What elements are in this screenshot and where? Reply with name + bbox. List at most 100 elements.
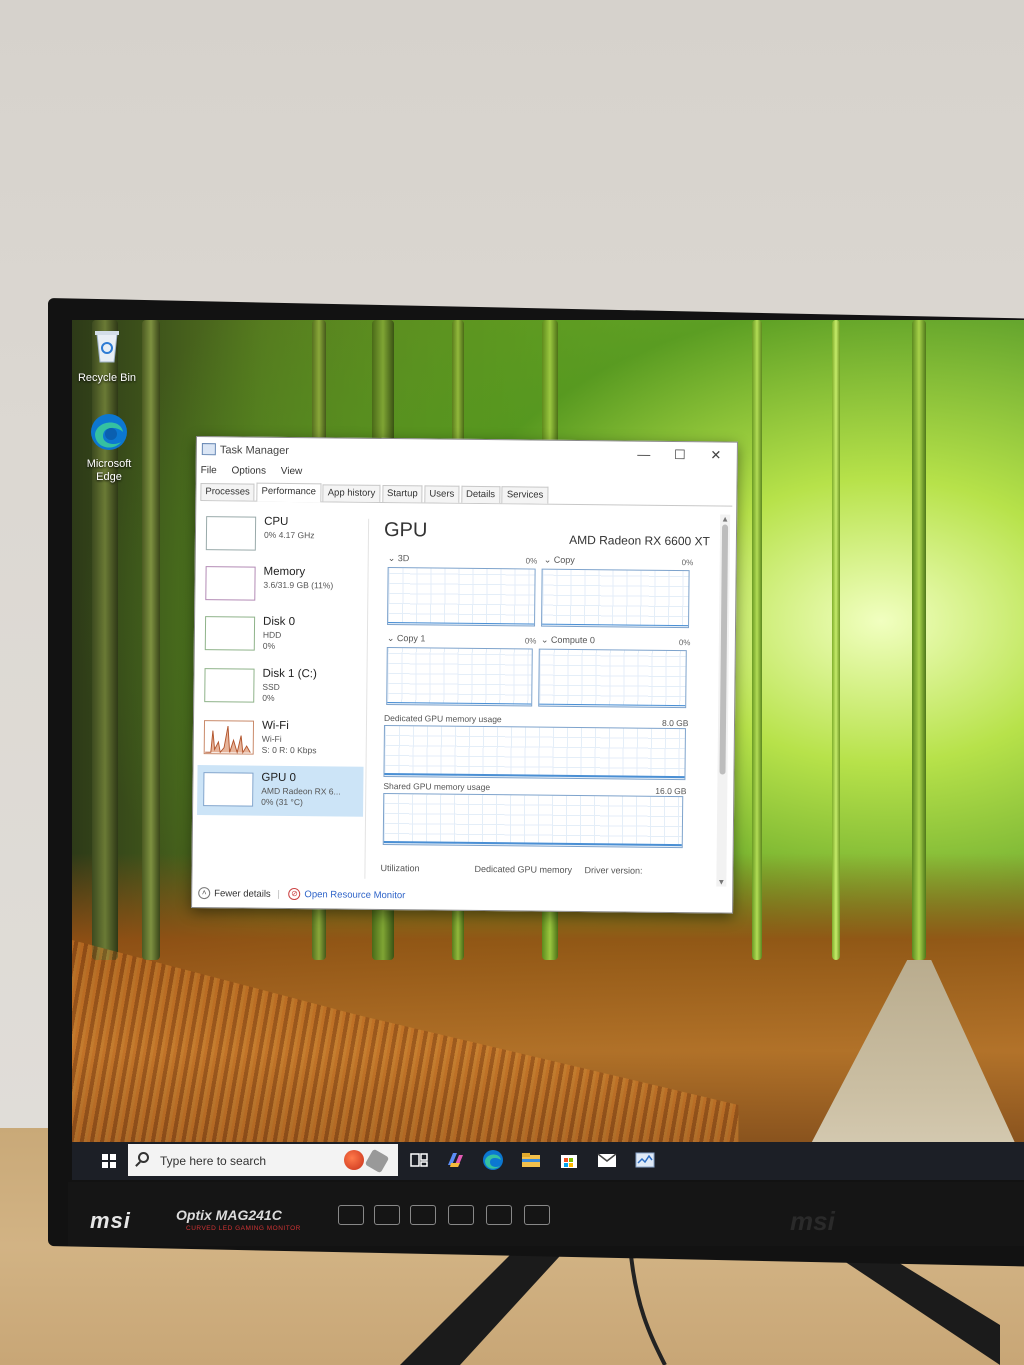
copilot-icon[interactable] — [444, 1149, 466, 1171]
device-usage: S: 0 R: 0 Kbps — [261, 744, 317, 756]
response-time-badge-icon — [448, 1205, 474, 1225]
device-usage: 0% — [262, 692, 275, 703]
device-cpu[interactable]: CPU 0% 4.17 GHz — [200, 509, 367, 561]
search-highlight-hammer-icon — [364, 1148, 390, 1174]
minimize-button[interactable]: — — [629, 446, 659, 464]
device-gpu-0[interactable]: GPU 0 AMD Radeon RX 6... 0% (31 °C) — [197, 765, 364, 817]
shared-memory-label: Shared GPU memory usage — [383, 780, 491, 793]
start-button[interactable] — [102, 1154, 116, 1168]
recycle-bin-shortcut[interactable]: Recycle Bin — [72, 326, 142, 384]
tab-processes[interactable]: Processes — [200, 483, 255, 501]
maximize-button[interactable]: ☐ — [665, 446, 695, 464]
gpu-stats-row: Utilization Dedicated GPU memory Driver … — [380, 511, 714, 876]
device-wifi[interactable]: Wi-Fi Wi-Fi S: 0 R: 0 Kbps — [198, 713, 365, 765]
device-list: CPU 0% 4.17 GHz Memory 3.6/31.9 GB (11%)… — [196, 509, 366, 883]
device-disk-1[interactable]: Disk 1 (C:) SSD 0% — [198, 661, 365, 713]
msi-logo: msi — [90, 1208, 131, 1233]
task-manager-icon — [201, 443, 216, 456]
device-disk-0[interactable]: Disk 0 HDD 0% — [199, 609, 366, 661]
device-detail: HDD — [262, 629, 282, 640]
scroll-down-arrow[interactable]: ▼ — [717, 877, 725, 886]
engine-label: Compute 0 — [550, 634, 596, 646]
gpu-mini-graph — [203, 772, 254, 807]
tab-performance[interactable]: Performance — [256, 482, 322, 503]
scroll-thumb[interactable] — [719, 524, 729, 775]
tab-app-history[interactable]: App history — [322, 484, 381, 502]
fewer-details-button[interactable]: ˄ Fewer details — [198, 887, 271, 900]
engine-label: 3D — [397, 553, 410, 564]
dedicated-memory-stat-label: Dedicated GPU memory — [474, 863, 573, 875]
device-detail: SSD — [262, 681, 280, 692]
engine-copy1-selector[interactable]: ⌄ Copy 1 — [387, 633, 426, 644]
microsoft-store-icon[interactable] — [558, 1149, 580, 1171]
search-icon — [138, 1152, 149, 1163]
tab-services[interactable]: Services — [501, 486, 549, 504]
device-detail: 3.6/31.9 GB (11%) — [263, 579, 334, 591]
driver-version-label: Driver version: — [584, 865, 643, 876]
device-name: Disk 0 — [262, 615, 296, 629]
device-name: Disk 1 (C:) — [262, 667, 317, 681]
taskbar-search-box[interactable]: Type here to search — [128, 1144, 398, 1176]
engine-3d-selector[interactable]: ⌄ 3D — [388, 553, 410, 564]
menu-view[interactable]: View — [281, 466, 303, 477]
gpu-panel: GPU AMD Radeon RX 6600 XT ⌄ 3D 0% ⌄ Copy… — [380, 511, 714, 886]
chevron-up-icon: ˄ — [198, 887, 211, 900]
engine-3d-graph — [387, 567, 536, 627]
file-explorer-icon[interactable] — [520, 1149, 542, 1171]
shared-memory-graph — [382, 792, 684, 849]
wifi-mini-graph — [203, 720, 255, 755]
tab-users[interactable]: Users — [424, 485, 460, 503]
vertical-scrollbar[interactable]: ▲ ▼ — [716, 514, 731, 887]
dedicated-memory-graph — [383, 724, 686, 781]
tab-startup[interactable]: Startup — [381, 484, 423, 503]
gaming-osd-badge-icon — [524, 1205, 550, 1225]
task-manager-taskbar-icon[interactable] — [634, 1149, 656, 1171]
cpu-mini-graph — [205, 516, 257, 551]
taskbar: Type here to search — [72, 1142, 1024, 1180]
engine-copy-graph — [541, 568, 690, 629]
monitor-subtitle: CURVED LED GAMING MONITOR — [186, 1225, 301, 1232]
task-view-icon[interactable] — [408, 1149, 430, 1171]
fewer-details-label: Fewer details — [214, 887, 271, 900]
edge-label: Microsoft Edge — [86, 458, 132, 483]
engine-copy1-graph — [386, 647, 533, 707]
device-usage: 0% — [262, 640, 276, 651]
edge-taskbar-icon[interactable] — [482, 1149, 504, 1171]
engine-copy-pct: 0% — [681, 558, 694, 568]
device-name: GPU 0 — [261, 771, 297, 785]
tab-strip: Processes Performance App history Startu… — [200, 482, 733, 507]
gpu-model: AMD Radeon RX 6600 XT — [569, 532, 710, 549]
recycle-bin-icon — [95, 331, 119, 363]
edge-icon — [91, 414, 127, 450]
monitor-model: Optix MAG241C — [176, 1207, 282, 1223]
device-name: Memory — [263, 565, 306, 579]
curved-badge-icon — [338, 1205, 364, 1225]
curvature-badge-icon — [374, 1205, 400, 1225]
close-button[interactable]: ✕ — [701, 446, 731, 464]
footer-bar: ˄ Fewer details | ⊘ Open Resource Monitor — [198, 887, 405, 901]
menu-options[interactable]: Options — [231, 465, 266, 476]
dedicated-memory-max: 8.0 GB — [661, 717, 689, 729]
engine-label: Copy — [553, 554, 575, 565]
resource-monitor-label: Open Resource Monitor — [304, 888, 406, 901]
engine-copy-selector[interactable]: ⌄ Copy — [544, 555, 575, 566]
memory-mini-graph — [205, 566, 256, 601]
title-bar[interactable]: Task Manager — ☐ ✕ — [197, 437, 737, 469]
menu-file[interactable]: File — [201, 465, 217, 476]
engine-compute0-pct: 0% — [678, 638, 691, 648]
open-resource-monitor-link[interactable]: ⊘ Open Resource Monitor — [288, 887, 406, 901]
tab-details[interactable]: Details — [460, 485, 501, 504]
frameless-badge-icon — [486, 1205, 512, 1225]
shared-memory-max: 16.0 GB — [655, 785, 687, 797]
recycle-bin-label: Recycle Bin — [77, 372, 137, 384]
engine-copy1-pct: 0% — [524, 636, 537, 646]
device-name: Wi-Fi — [261, 719, 289, 732]
window-title: Task Manager — [219, 444, 290, 457]
engine-compute0-selector[interactable]: ⌄ Compute 0 — [541, 635, 595, 647]
mail-icon[interactable] — [596, 1149, 618, 1171]
engine-3d-pct: 0% — [525, 556, 538, 566]
edge-shortcut[interactable]: Microsoft Edge — [74, 412, 144, 484]
device-memory[interactable]: Memory 3.6/31.9 GB (11%) — [199, 559, 366, 611]
scroll-up-arrow[interactable]: ▲ — [721, 515, 729, 524]
refresh-rate-badge-icon — [410, 1205, 436, 1225]
